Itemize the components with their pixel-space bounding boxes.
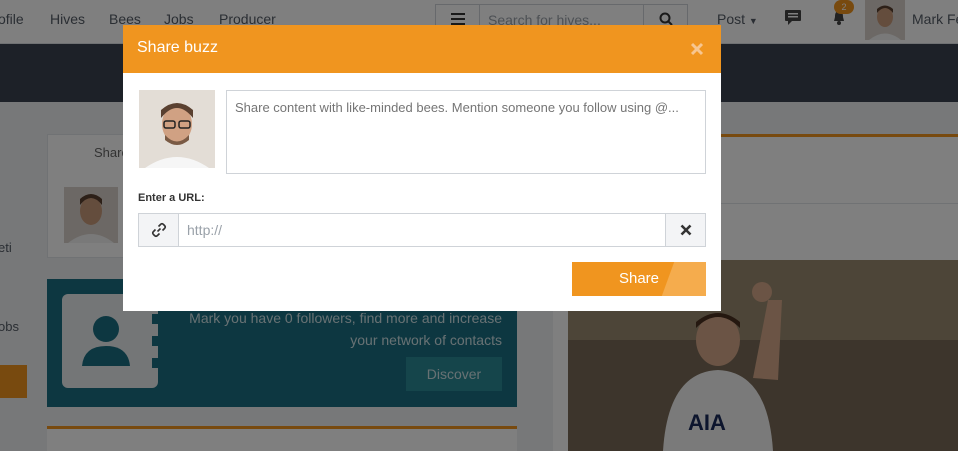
button-shine xyxy=(661,262,706,296)
share-buzz-modal: Share buzz Enter a URL: http:// xyxy=(123,25,721,311)
url-input-group: http:// xyxy=(138,213,706,247)
close-icon xyxy=(680,224,691,236)
url-label: Enter a URL: xyxy=(138,192,205,204)
modal-header: Share buzz xyxy=(123,25,721,73)
buzz-textarea[interactable] xyxy=(226,90,706,174)
link-icon xyxy=(151,222,166,238)
close-icon xyxy=(690,42,704,56)
share-button-label: Share xyxy=(618,270,660,287)
close-button[interactable] xyxy=(687,39,707,59)
avatar xyxy=(139,90,215,168)
modal-title: Share buzz xyxy=(137,39,218,56)
clear-url-button[interactable] xyxy=(665,214,705,246)
share-button[interactable]: Share xyxy=(572,262,706,296)
url-link-addon xyxy=(139,214,179,246)
url-input[interactable]: http:// xyxy=(187,222,222,238)
